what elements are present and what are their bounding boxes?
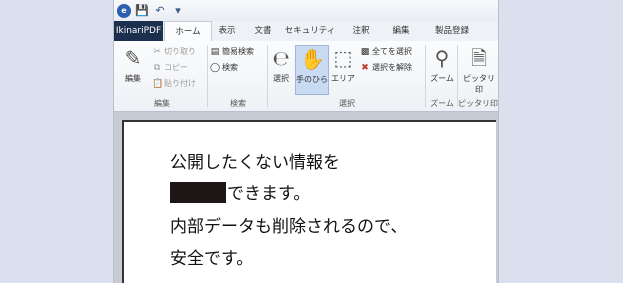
binoculars-icon: ◯ [210,62,221,73]
select-all-button[interactable]: ▩ 全てを選択 [360,46,412,57]
area-tool-button[interactable]: ⬚ エリア [330,45,356,84]
zoom-button[interactable]: ⚲ ズーム [428,45,456,84]
text-cursor-icon: ℮ [272,46,290,70]
hand-icon: ✋ [300,47,325,71]
edit-button-label: 編集 [125,74,141,83]
fit-group: 🗎 ピッタリ印 ピッタリ印 [458,41,498,111]
document-viewer[interactable]: 公開したくない情報を できます。 内部データも削除されるので、 安全です。 [114,112,498,283]
tab-annotation[interactable]: 注釈 [346,21,376,41]
document-line-2-text: できます。 [227,184,311,204]
document-line-4: 安全です。 [170,249,254,269]
scissors-icon: ✂ [153,46,161,57]
search-group-label: 検索 [230,99,246,108]
document-fit-icon: 🗎 [470,46,488,70]
edit-group: ✎ 編集 ✂ 切り取り ⧉ コピー 📋 貼り付け 編集 [116,41,208,111]
tab-home[interactable]: ホーム [164,21,212,43]
copy-button[interactable]: ⧉ コピー [152,62,188,73]
edit-group-label: 編集 [154,99,170,108]
quick-search-button[interactable]: ▤ 簡易検索 [210,46,254,57]
ribbon-tabs: IkinariPDF ホーム 表示 文書 セキュリティ 注釈 編集 製品登録 [114,21,498,43]
app-window: e 💾 ↶ ▾ IkinariPDF ホーム 表示 文書 セキュリティ 注釈 編… [113,0,499,283]
cut-button[interactable]: ✂ 切り取り [152,46,196,57]
redaction-box [170,182,226,203]
search-button[interactable]: ◯ 検索 [210,62,238,73]
document-line-3: 内部データも削除されるので、 [170,217,408,237]
document-line-2: できます。 [170,179,310,204]
select-group-label: 選択 [339,99,355,108]
fit-button[interactable]: 🗎 ピッタリ印 [460,45,498,95]
paste-button[interactable]: 📋 貼り付け [152,78,196,89]
select-tool-button[interactable]: ℮ 選択 [268,45,294,84]
copy-icon: ⧉ [153,62,161,73]
ribbon: ✎ 編集 ✂ 切り取り ⧉ コピー 📋 貼り付け 編集 ▤ 簡易検索 ◯ 検索 … [114,41,498,112]
deselect-icon: ✖ [361,62,369,73]
select-all-icon: ▩ [360,46,370,57]
magnifier-icon: ⚲ [434,46,450,70]
paste-icon: 📋 [152,78,164,89]
tab-file[interactable]: IkinariPDF [114,21,163,41]
deselect-button[interactable]: ✖ 選択を解除 [360,62,412,73]
tab-view[interactable]: 表示 [212,21,242,41]
zoom-group-label: ズーム [430,99,454,108]
fit-group-label: ピッタリ印 [458,99,498,108]
search-panel-icon: ▤ [210,46,220,57]
hand-tool-button[interactable]: ✋ 手のひら [295,45,329,95]
zoom-group: ⚲ ズーム ズーム [426,41,458,111]
tab-document[interactable]: 文書 [248,21,278,41]
tab-edit[interactable]: 編集 [386,21,416,41]
undo-icon[interactable]: ↶ [153,4,167,18]
save-icon[interactable]: 💾 [135,4,149,18]
tab-product-registration[interactable]: 製品登録 [428,21,476,41]
tab-security[interactable]: セキュリティ [282,21,338,41]
pdf-page: 公開したくない情報を できます。 内部データも削除されるので、 安全です。 [122,120,496,283]
marquee-icon: ⬚ [333,46,353,70]
select-group: ℮ 選択 ✋ 手のひら ⬚ エリア ▩ 全てを選択 ✖ 選択を解除 選択 [268,41,426,111]
edit-icon: ✎ [124,46,142,70]
app-icon[interactable]: e [117,3,131,18]
quick-access-toolbar: e 💾 ↶ ▾ [114,0,498,21]
document-line-1: 公開したくない情報を [170,153,340,173]
search-group: ▤ 簡易検索 ◯ 検索 検索 [208,41,268,111]
edit-button[interactable]: ✎ 編集 [118,45,148,84]
dropdown-icon[interactable]: ▾ [171,4,185,18]
